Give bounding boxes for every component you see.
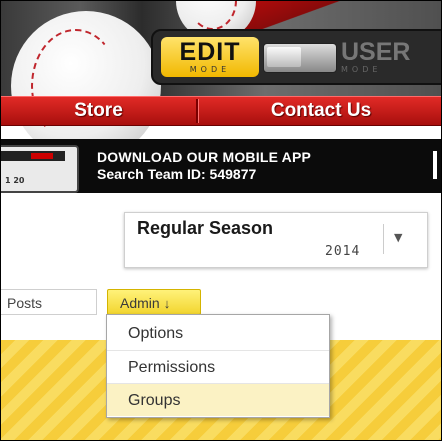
edit-mode-sublabel: MODE <box>189 65 231 74</box>
chevron-down-icon: ▼ <box>394 231 403 244</box>
user-mode-button[interactable]: USER MODE <box>341 37 441 77</box>
nav-divider <box>196 99 199 123</box>
tab-admin[interactable]: Admin ↓ <box>107 289 201 315</box>
edit-mode-label: EDIT <box>179 38 241 66</box>
tab-posts[interactable]: Posts <box>1 289 97 315</box>
phone-image: 1 20 <box>1 145 79 193</box>
mode-switch[interactable] <box>263 43 337 73</box>
menu-item-permissions[interactable]: Permissions <box>107 350 329 383</box>
season-name: Regular Season <box>137 218 274 238</box>
banner-edge <box>433 151 437 179</box>
menu-item-options[interactable]: Options <box>107 317 329 350</box>
mobile-app-banner[interactable]: 1 20 DOWNLOAD OUR MOBILE APP Search Team… <box>1 139 441 193</box>
nav-item-contact-us[interactable]: Contact Us <box>201 97 441 125</box>
season-dropdown-toggle[interactable]: ▼ <box>383 224 416 254</box>
menu-item-groups[interactable]: Groups <box>107 383 329 416</box>
phone-screen-text: 1 20 <box>5 176 25 185</box>
page-frame: EDIT MODE USER MODE Store Contact Us 1 2… <box>0 0 442 441</box>
edit-mode-button[interactable]: EDIT MODE <box>161 37 259 77</box>
season-year: 2014 <box>325 244 361 259</box>
nav-item-store[interactable]: Store <box>1 97 196 125</box>
mode-toggle[interactable]: EDIT MODE USER MODE <box>151 29 441 85</box>
season-selector[interactable]: Regular Season 2014 ▼ <box>124 212 428 268</box>
admin-dropdown-menu: Options Permissions Groups <box>106 314 330 418</box>
user-mode-sublabel: MODE <box>341 65 382 74</box>
user-mode-label: USER <box>341 38 411 66</box>
tab-admin-label: Admin <box>120 295 160 311</box>
banner-headline: DOWNLOAD OUR MOBILE APP <box>97 149 312 165</box>
banner-team-id: Search Team ID: 549877 <box>97 166 257 182</box>
site-header: EDIT MODE USER MODE <box>1 1 441 161</box>
arrow-down-icon: ↓ <box>163 296 171 311</box>
main-nav: Store Contact Us <box>1 96 441 126</box>
